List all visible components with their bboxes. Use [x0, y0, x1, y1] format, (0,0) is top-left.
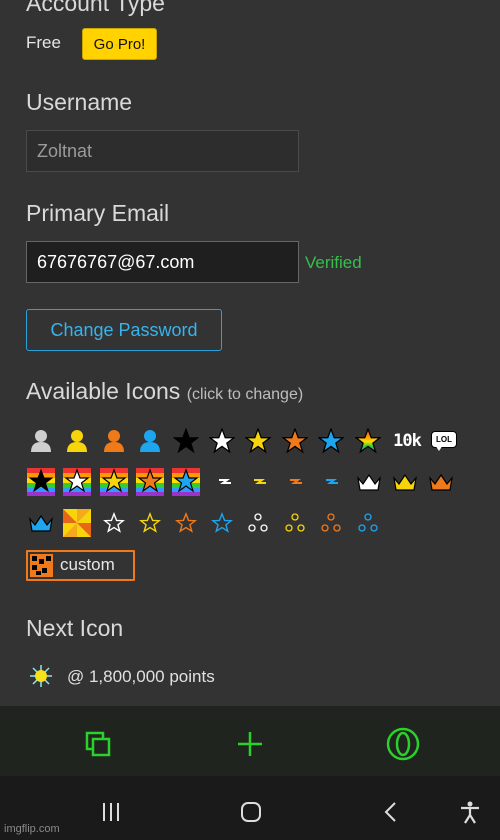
white-lightning-icon[interactable] [210, 467, 240, 497]
orange-star-icon[interactable] [280, 426, 310, 456]
orange-outline-star-icon[interactable] [171, 508, 201, 538]
white-three-stars-icon[interactable] [243, 508, 273, 538]
change-password-button[interactable]: Change Password [26, 309, 222, 351]
custom-icon-button[interactable]: custom [26, 550, 135, 581]
orange-lightning-icon[interactable] [281, 467, 311, 497]
black-star-icon[interactable] [171, 426, 201, 456]
custom-label: custom [60, 555, 115, 574]
email-verified-badge: Verified [305, 253, 362, 272]
white-crown-icon[interactable] [354, 467, 384, 497]
white-star-icon[interactable] [207, 426, 237, 456]
opera-icon[interactable] [383, 724, 423, 764]
lol-bubble-icon[interactable]: LOL [428, 426, 458, 456]
rainbow-star-icon[interactable] [353, 426, 383, 456]
system-nav-bar [0, 776, 500, 840]
imgflip-watermark: imgflip.com [4, 823, 60, 835]
recent-apps-icon[interactable] [91, 792, 131, 832]
go-pro-button[interactable]: Go Pro! [82, 28, 157, 60]
rainbow-black-star-icon[interactable] [26, 467, 56, 497]
sun-icon [29, 664, 53, 693]
white-outline-star-icon[interactable] [99, 508, 129, 538]
custom-pattern-icon [30, 554, 53, 577]
username-field[interactable]: Zoltnat [26, 130, 299, 172]
next-icon-points: @ 1,800,000 points [67, 667, 215, 686]
primary-email-heading: Primary Email [26, 200, 170, 226]
yellow-star-icon[interactable] [243, 426, 273, 456]
next-icon-heading: Next Icon [26, 615, 124, 641]
rainbow-yellow-star-icon[interactable] [99, 467, 129, 497]
blue-outline-star-icon[interactable] [207, 508, 237, 538]
username-heading: Username [26, 89, 133, 115]
yellow-person-icon[interactable] [62, 426, 92, 456]
back-icon[interactable] [371, 792, 411, 832]
account-type-heading: Account Type [26, 0, 165, 16]
10k-icon[interactable]: 10k [390, 426, 424, 456]
available-icons-title: Available Icons [26, 378, 181, 404]
home-icon[interactable] [231, 792, 271, 832]
add-icon[interactable] [230, 724, 270, 764]
blue-star-icon[interactable] [316, 426, 346, 456]
yellow-three-stars-icon[interactable] [280, 508, 310, 538]
blue-crown-icon[interactable] [26, 508, 56, 538]
yellow-crown-icon[interactable] [390, 467, 420, 497]
orange-crown-icon[interactable] [426, 467, 456, 497]
blue-lightning-icon[interactable] [317, 467, 347, 497]
yellow-outline-star-icon[interactable] [135, 508, 165, 538]
browser-bottom-bar [0, 706, 500, 776]
10k-label: 10k [393, 431, 422, 451]
pinwheel-icon[interactable] [62, 508, 92, 538]
tabs-icon[interactable] [78, 724, 118, 764]
yellow-lightning-icon[interactable] [245, 467, 275, 497]
blue-person-icon[interactable] [135, 426, 165, 456]
available-icons-heading: Available Icons (click to change) [26, 378, 303, 405]
orange-person-icon[interactable] [99, 426, 129, 456]
accessibility-icon[interactable] [450, 792, 490, 832]
email-field[interactable]: 67676767@67.com [26, 241, 299, 283]
plan-label: Free [26, 33, 61, 52]
orange-three-stars-icon[interactable] [316, 508, 346, 538]
available-icons-hint: (click to change) [186, 386, 304, 403]
blue-three-stars-icon[interactable] [353, 508, 383, 538]
rainbow-orange-star-icon[interactable] [135, 467, 165, 497]
gray-person-icon[interactable] [26, 426, 56, 456]
rainbow-blue-star-icon[interactable] [171, 467, 201, 497]
rainbow-white-star-icon[interactable] [62, 467, 92, 497]
